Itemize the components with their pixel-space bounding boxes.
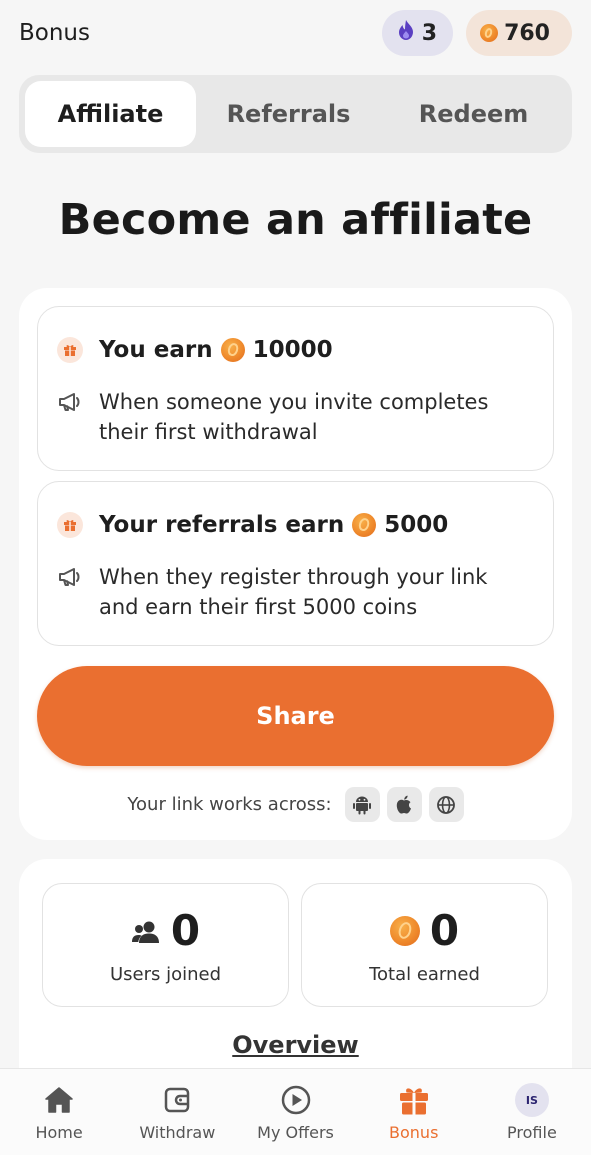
bonus-tabs: Affiliate Referrals Redeem	[19, 75, 572, 153]
users-joined-value: 0	[170, 906, 201, 955]
total-earned-stat: 0 Total earned	[301, 883, 548, 1007]
megaphone-icon	[57, 389, 83, 415]
users-joined-stat: 0 Users joined	[42, 883, 289, 1007]
wallet-icon	[160, 1083, 194, 1117]
total-earned-label: Total earned	[369, 964, 480, 985]
affiliate-panel: You earn 10000 When someone you invite c…	[19, 288, 572, 840]
nav-profile[interactable]: IS Profile	[473, 1069, 591, 1155]
apple-icon	[386, 787, 422, 822]
streak-count: 3	[421, 20, 438, 46]
nav-home[interactable]: Home	[0, 1069, 118, 1155]
users-joined-label: Users joined	[109, 964, 222, 985]
affiliate-headline: Become an affiliate	[58, 195, 533, 245]
share-button[interactable]: Share	[37, 666, 554, 766]
referral-card-title-row: Your referrals earn 5000	[57, 512, 448, 538]
top-bar: Bonus 3 760	[0, 0, 591, 66]
nav-my-offers-label: My Offers	[257, 1123, 334, 1142]
nav-my-offers[interactable]: My Offers	[236, 1069, 354, 1155]
android-icon	[344, 787, 380, 822]
earn-card-description: When someone you invite completes their …	[99, 390, 489, 444]
total-earned-value: 0	[429, 906, 460, 955]
play-icon	[279, 1083, 313, 1117]
coin-icon	[480, 24, 499, 42]
nav-bonus[interactable]: Bonus	[355, 1069, 473, 1155]
overview-link[interactable]: Overview	[19, 1031, 572, 1059]
tab-redeem[interactable]: Redeem	[381, 81, 566, 147]
coin-icon	[352, 513, 377, 537]
earn-card-desc-row: When someone you invite completes their …	[57, 387, 519, 447]
nav-withdraw-label: Withdraw	[139, 1123, 216, 1142]
nav-withdraw[interactable]: Withdraw	[118, 1069, 236, 1155]
coin-balance-badge[interactable]: 760	[466, 10, 572, 56]
referral-earn-card: Your referrals earn 5000 When they regis…	[37, 481, 554, 646]
users-icon	[131, 906, 161, 955]
flame-icon	[396, 19, 416, 47]
gift-icon	[397, 1083, 431, 1117]
tab-affiliate[interactable]: Affiliate	[25, 81, 196, 147]
earn-card-amount: 10000	[252, 337, 333, 363]
megaphone-icon	[57, 564, 83, 590]
platform-support-row: Your link works across:	[19, 787, 572, 822]
home-icon	[42, 1083, 76, 1117]
coin-icon	[389, 915, 420, 946]
globe-icon	[428, 787, 464, 822]
earn-card-title-text: You earn	[99, 337, 213, 363]
earn-card: You earn 10000 When someone you invite c…	[37, 306, 554, 471]
avatar: IS	[514, 1083, 549, 1117]
nav-bonus-label: Bonus	[389, 1123, 439, 1142]
coin-balance: 760	[504, 20, 550, 46]
earn-card-title-row: You earn 10000	[57, 337, 333, 363]
stats-panel: 0 Users joined 0 Total earned Overview	[19, 859, 572, 1089]
referral-card-amount: 5000	[384, 512, 449, 538]
nav-profile-label: Profile	[507, 1123, 557, 1142]
users-joined-value-row: 0	[43, 906, 288, 955]
page-title: Bonus	[19, 20, 90, 46]
streak-badge[interactable]: 3	[381, 10, 454, 56]
referral-card-desc-row: When they register through your link and…	[57, 562, 519, 622]
bottom-nav: Home Withdraw My Offers Bonus IS Profile	[0, 1068, 591, 1155]
referral-card-title-text: Your referrals earn	[99, 512, 345, 538]
earn-card-title: You earn 10000	[99, 337, 333, 363]
gift-icon	[57, 512, 83, 538]
nav-home-label: Home	[35, 1123, 83, 1142]
tab-referrals[interactable]: Referrals	[196, 81, 381, 147]
referral-card-description: When they register through your link and…	[99, 565, 488, 619]
gift-icon	[57, 337, 83, 363]
total-earned-value-row: 0	[302, 906, 547, 955]
header-badges: 3 760	[381, 10, 572, 56]
referral-card-title: Your referrals earn 5000	[99, 512, 448, 538]
coin-icon	[220, 338, 245, 362]
platforms-label: Your link works across:	[127, 794, 332, 815]
